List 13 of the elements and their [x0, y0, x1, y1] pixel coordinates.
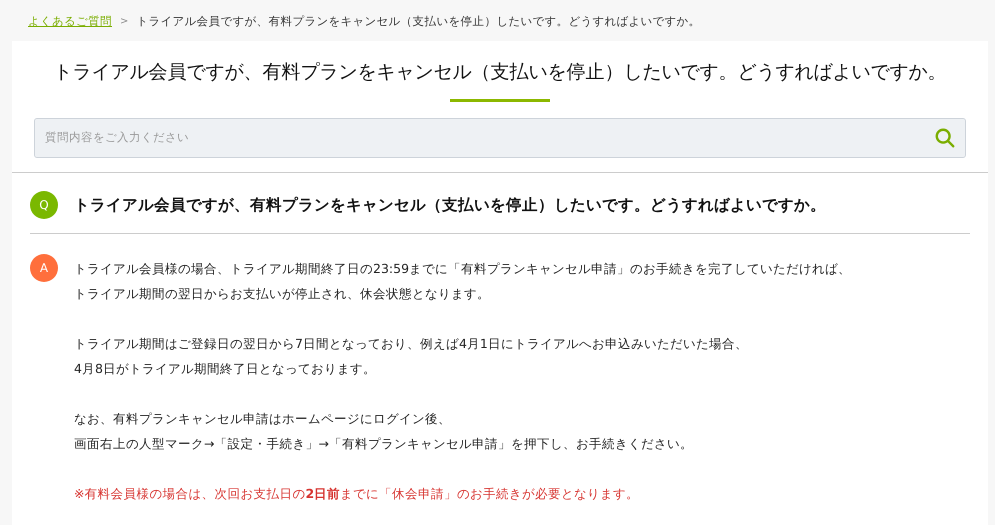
- breadcrumb-separator: >: [120, 16, 128, 26]
- answer-paragraph: なお、有料プランキャンセル申請はホームページにログイン後、 画面右上の人型マーク→「設定・手続き」→「有料プランキャンセル申請」を押下し、お手続きください。: [74, 410, 694, 453]
- breadcrumb-current: トライアル会員ですが、有料プランをキャンセル（支払いを停止）したいです。どうすればよいですか。: [136, 14, 700, 28]
- breadcrumb-link[interactable]: よくあるご質問: [28, 14, 112, 28]
- answer-paragraph: トライアル会員様の場合、トライアル期間終了日の23:59までに「有料プランキャンセル申請」のお手続きを完了していただければ、 トライアル期間の翌日からお支払いが停止され、休会状態となります。: [74, 260, 852, 303]
- search-icon[interactable]: [934, 127, 956, 149]
- answer-badge: A: [30, 254, 58, 282]
- page-title: トライアル会員ですが、有料プランをキャンセル（支払いを停止）したいです。どうすればよいですか。: [54, 60, 946, 85]
- question-badge: Q: [30, 191, 58, 219]
- question-text: トライアル会員ですが、有料プランをキャンセル（支払いを停止）したいです。どうすればよいですか。: [74, 194, 826, 216]
- answer-note: ※有料会員様の場合は、次回お支払日の2日前までに「休会申請」のお手続きが必要となります。: [74, 485, 640, 503]
- answer-paragraph: トライアル期間はご登録日の翌日から7日間となっており、例えば4月1日にトライアルへお申込みいただいた場合、 4月8日がトライアル期間終了日となっております。: [74, 335, 749, 378]
- search-field[interactable]: 質問内容をご入力ください: [34, 118, 966, 158]
